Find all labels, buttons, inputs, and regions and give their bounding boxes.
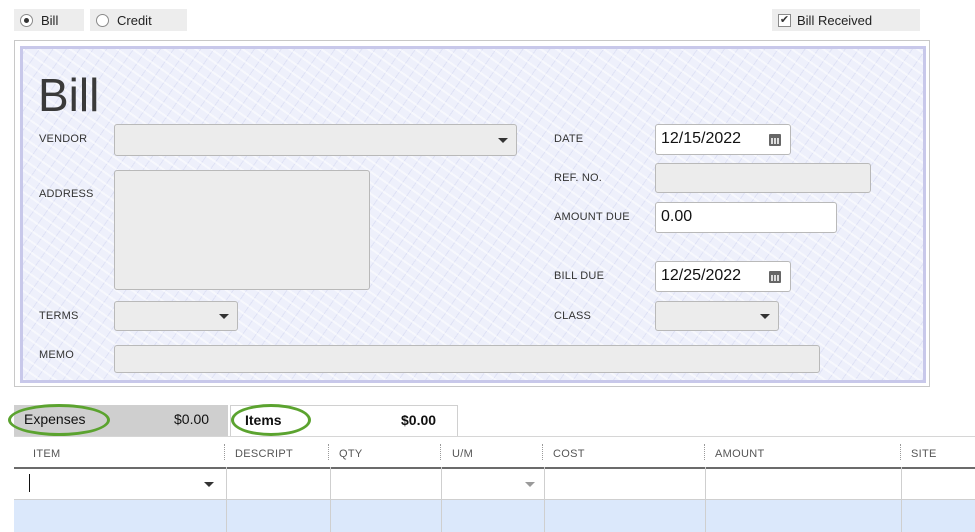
col-header-descript[interactable]: DESCRIPT [235,448,293,460]
bill-received-label: Bill Received [797,12,873,28]
terms-label: TERMS [39,310,79,322]
col-header-site[interactable]: SITE [911,448,937,460]
highlight-oval-items [231,404,311,436]
column-divider [330,467,331,532]
vendor-label: VENDOR [39,133,88,145]
memo-label: MEMO [39,349,75,361]
address-field[interactable] [114,170,370,290]
col-resize-handle[interactable] [900,444,903,460]
table-row[interactable] [14,467,975,500]
bill-due-field[interactable]: 12/25/2022 [655,261,791,292]
credit-radio-unselected-icon [96,13,109,27]
column-divider [544,467,545,532]
vendor-dropdown[interactable] [114,124,517,156]
ref-no-label: REF. NO. [554,172,603,184]
col-header-amount[interactable]: AMOUNT [715,448,764,460]
date-field[interactable]: 12/15/2022 [655,124,791,155]
date-value: 12/15/2022 [661,130,742,147]
chevron-down-icon[interactable] [525,482,535,487]
col-header-cost[interactable]: COST [553,448,585,460]
column-divider [705,467,706,532]
col-resize-handle[interactable] [224,444,227,460]
bill-due-label: BILL DUE [554,270,605,282]
text-cursor [29,474,30,492]
amount-due-label: AMOUNT DUE [554,211,630,223]
memo-field[interactable] [114,345,820,373]
column-divider [441,467,442,532]
bill-received-checkbox[interactable]: ✔ Bill Received [772,9,920,31]
bill-radio[interactable]: Bill [14,9,84,31]
tab-expenses-amount: $0.00 [174,411,210,427]
class-label: CLASS [554,310,592,322]
date-label: DATE [554,133,584,145]
checkmark-icon: ✔ [778,13,791,27]
ref-no-field[interactable] [655,163,871,193]
form-title: Bill [38,69,100,121]
amount-due-value: 0.00 [661,208,693,225]
col-header-um[interactable]: U/M [452,448,473,460]
table-row[interactable] [14,500,975,532]
column-divider [226,467,227,532]
highlight-oval-expenses [8,404,110,436]
address-label: ADDRESS [39,188,94,200]
terms-dropdown[interactable] [114,301,238,331]
chevron-down-icon [498,138,508,143]
class-dropdown[interactable] [655,301,779,331]
calendar-icon[interactable] [769,271,781,283]
column-divider [901,467,902,532]
col-resize-handle[interactable] [704,444,707,460]
bill-radio-label: Bill [41,12,59,28]
col-resize-handle[interactable] [440,444,443,460]
col-header-item[interactable]: ITEM [33,448,60,460]
col-resize-handle[interactable] [328,444,331,460]
tab-items-amount: $0.00 [401,412,437,428]
credit-radio[interactable]: Credit [90,9,187,31]
bill-radio-selected-icon [20,13,33,27]
col-resize-handle[interactable] [542,444,545,460]
grid-top-line [14,436,975,437]
chevron-down-icon [760,314,770,319]
bill-due-value: 12/25/2022 [661,267,742,284]
chevron-down-icon [219,314,229,319]
amount-due-field[interactable]: 0.00 [655,202,837,233]
calendar-icon[interactable] [769,134,781,146]
credit-radio-label: Credit [117,12,152,28]
chevron-down-icon[interactable] [204,482,214,487]
col-header-qty[interactable]: QTY [339,448,363,460]
